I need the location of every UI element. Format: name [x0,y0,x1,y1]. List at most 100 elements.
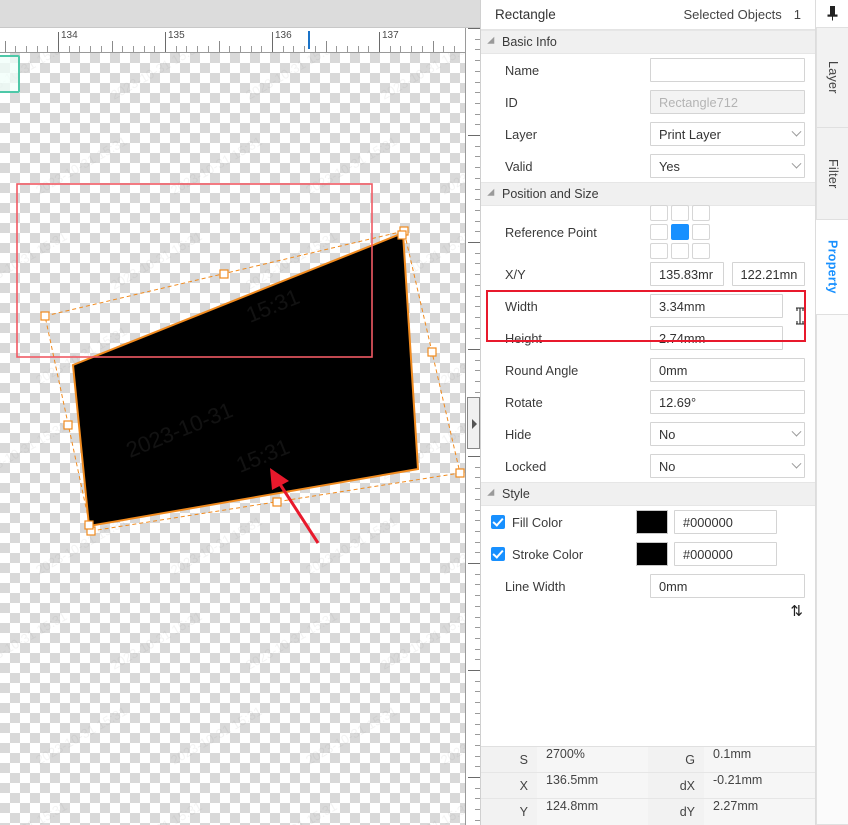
ruler-minor-tick [25,46,27,52]
label-layer: Layer [505,126,538,142]
ruler-major-tick [468,670,480,671]
refcell-bottom-center[interactable] [671,243,689,259]
reference-point-grid[interactable] [650,205,710,259]
tab-property[interactable]: Property [816,220,848,315]
refcell-bottom-right[interactable] [692,243,710,259]
refcell-middle-right[interactable] [692,224,710,240]
ruler-label: 137 [382,30,399,41]
id-input: Rectangle712 [650,90,805,114]
name-input[interactable] [650,58,805,82]
selected-objects-label: Selected Objects [683,7,782,22]
status-key: Y [481,799,537,825]
ruler-minor-tick [4,41,6,52]
fill-color-swatch[interactable] [636,510,668,534]
status-key: X [481,773,537,798]
ruler-major-tick [468,135,480,136]
fill-color-checkbox[interactable] [491,515,505,529]
label-hide: Hide [505,426,532,442]
row-valid: Valid Yes [481,150,815,182]
property-panel-body: Basic Info Name ID Rectangle712 Layer Pr… [481,30,815,746]
fill-color-hex-input[interactable]: #000000 [674,510,777,534]
property-panel: Rectangle Selected Objects 1 Basic Info … [480,0,815,825]
label-xy: X/Y [505,266,526,282]
refcell-top-left[interactable] [650,205,668,221]
status-row: Y 124.8mm dY 2.27mm [481,799,815,825]
ruler-minor-tick [421,46,423,52]
tab-strip-filler [816,315,848,825]
row-locked: Locked No [481,450,815,482]
status-value: 136.5mm [537,773,648,798]
tab-layer[interactable]: Layer [816,28,848,128]
canvas-area[interactable]: 134 135 136 137 2023-10-31 15:312023-10-31 … [0,0,480,825]
round-angle-input[interactable]: 0mm [650,358,805,382]
refcell-top-right[interactable] [692,205,710,221]
section-header-position-size[interactable]: Position and Size [481,182,815,206]
label-name: Name [505,62,540,78]
ruler-minor-tick [400,46,402,52]
collapse-triangle-icon[interactable] [487,36,498,48]
swap-vertical-icon[interactable]: ⇅ [790,602,803,620]
stroke-color-swatch[interactable] [636,542,668,566]
label-fill-color: Fill Color [512,514,563,530]
status-value: 2700% [537,747,648,772]
refcell-bottom-left[interactable] [650,243,668,259]
refcell-middle-left[interactable] [650,224,668,240]
layer-select[interactable]: Print Layer [650,122,805,146]
ruler-minor-tick [336,46,338,52]
status-bar: S 2700% G 0.1mm X 136.5mm dX -0.21mm Y 124.8m… [481,746,815,825]
ruler-minor-tick [282,46,284,52]
stroke-color-hex-input[interactable]: #000000 [674,542,777,566]
section-header-basic-info[interactable]: Basic Info [481,30,815,54]
y-input[interactable]: 122.21mn [731,262,805,286]
pin-icon [827,6,837,21]
ruler-label: 136 [275,30,292,41]
height-input[interactable]: 2.74mm [650,326,783,350]
section-label-basic-info: Basic Info [502,35,557,49]
ruler-label: 135 [168,30,185,41]
link-ratio-icon[interactable] [793,306,807,326]
rotate-input[interactable]: 12.69° [650,390,805,414]
rectangle-object [71,231,420,528]
design-canvas[interactable]: 2023-10-31 15:312023-10-31 15:312023-10-… [0,53,465,825]
application-window: 134 135 136 137 2023-10-31 15:312023-10-31 … [0,0,848,825]
ruler-major-tick [468,242,480,243]
ruler-minor-tick [325,41,327,52]
label-line-width: Line Width [505,578,566,594]
status-value: 124.8mm [537,799,648,825]
collapse-triangle-icon[interactable] [487,488,498,500]
ruler-minor-tick [389,46,391,52]
chevron-down-icon [791,426,802,437]
collapse-triangle-icon[interactable] [487,188,498,200]
locked-select[interactable]: No [650,454,805,478]
tab-property-label: Property [825,240,840,294]
ruler-minor-tick [432,41,434,52]
ruler-minor-tick [100,46,102,52]
horizontal-ruler[interactable]: 134 135 136 137 [0,28,465,53]
row-hide: Hide No [481,418,815,450]
hide-select[interactable]: No [650,422,805,446]
ruler-minor-tick [132,46,134,52]
valid-select[interactable]: Yes [650,154,805,178]
refcell-middle-center[interactable] [671,224,689,240]
line-width-input[interactable]: 0mm [650,574,805,598]
ruler-minor-tick [314,46,316,52]
stroke-color-checkbox[interactable] [491,547,505,561]
status-key: S [481,747,537,772]
section-header-style[interactable]: Style [481,482,815,506]
ruler-minor-tick [36,46,38,52]
panel-splitter-handle[interactable] [467,397,480,449]
chevron-down-icon [791,458,802,469]
refcell-top-center[interactable] [671,205,689,221]
status-value: -0.21mm [704,773,815,798]
vertical-tab-strip: Layer Filter Property [815,0,848,825]
x-input[interactable]: 135.83mr [650,262,724,286]
pin-button[interactable] [816,0,848,28]
width-input[interactable]: 3.34mm [650,294,783,318]
status-key: dX [648,773,704,798]
ruler-minor-tick [90,46,92,52]
row-fill-color: Fill Color #000000 [481,506,815,538]
locked-select-value: No [659,458,676,474]
tab-filter[interactable]: Filter [816,128,848,220]
ruler-minor-tick [15,46,17,52]
label-rotate: Rotate [505,394,543,410]
